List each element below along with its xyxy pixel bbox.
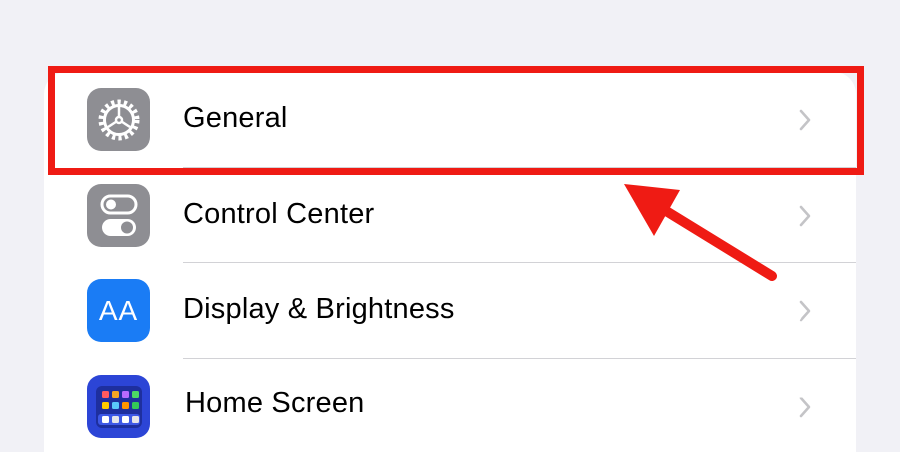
text-size-glyph: AA bbox=[98, 294, 139, 326]
toggles-icon bbox=[87, 184, 150, 247]
highlight-box bbox=[48, 66, 864, 175]
row-label-home-screen: Home Screen bbox=[185, 387, 365, 419]
row-label-control-center: Control Center bbox=[183, 198, 375, 230]
watermark-line1: NYP bbox=[735, 310, 839, 357]
text-size-icon: AA bbox=[87, 279, 150, 342]
watermark-logo: NYP GKS bbox=[735, 309, 844, 407]
chevron-right-icon bbox=[798, 204, 812, 233]
row-label-display-brightness: Display & Brightness bbox=[183, 293, 455, 325]
watermark-line2: GKS bbox=[735, 358, 844, 405]
app-grid-icon bbox=[87, 375, 150, 438]
pointer-arrow-icon bbox=[624, 184, 777, 281]
